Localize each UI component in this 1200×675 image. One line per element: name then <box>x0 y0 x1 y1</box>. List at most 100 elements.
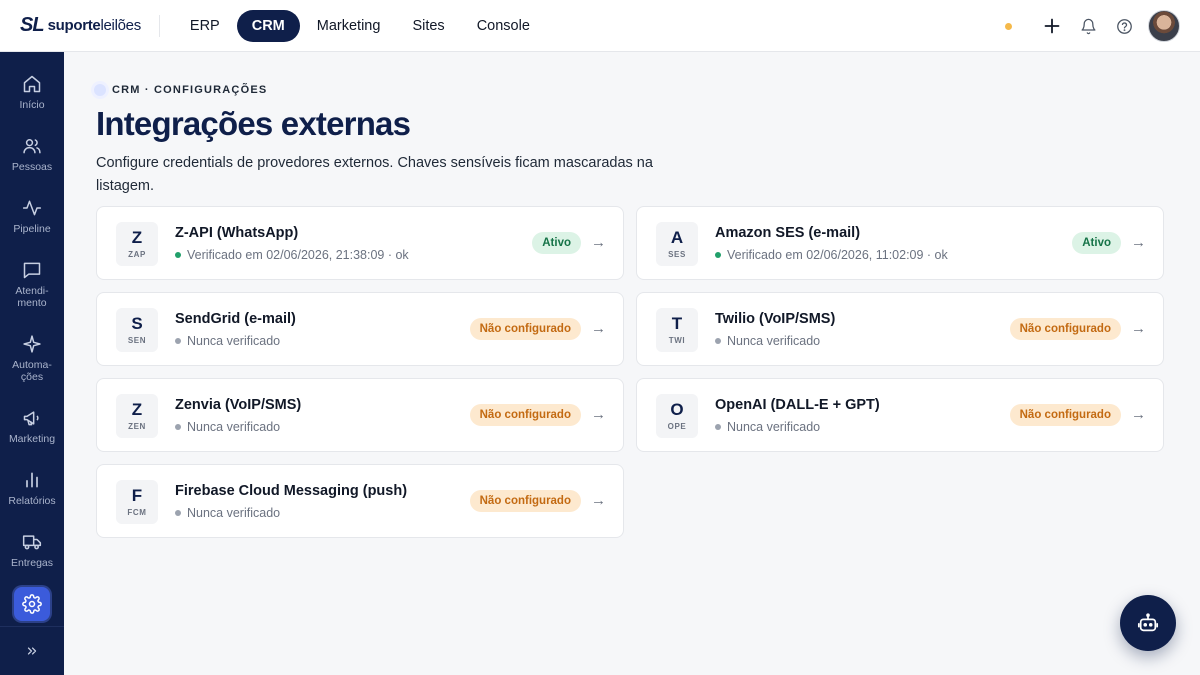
provider-letter: O <box>670 400 684 419</box>
provider-code: FCM <box>127 508 147 517</box>
provider-letter: S <box>131 314 143 333</box>
sidebar-item-configuracoes[interactable] <box>0 587 64 621</box>
sidebar-item-label: Automa- ções <box>12 359 52 383</box>
status-dot <box>715 252 721 258</box>
verification-status: Nunca verificado <box>715 334 820 348</box>
plus-icon <box>1044 18 1060 34</box>
integration-card-sendgrid[interactable]: S SEN SendGrid (e-mail) Nunca verificado… <box>96 292 624 366</box>
integration-card-firebase[interactable]: F FCM Firebase Cloud Messaging (push) Nu… <box>96 464 624 538</box>
provider-letter: Z <box>131 228 143 247</box>
verification-status: Nunca verificado <box>175 334 280 348</box>
sidebar-item-label: Relatórios <box>8 495 56 507</box>
sidebar-item-pipeline[interactable]: Pipeline <box>0 198 64 235</box>
status-badge: Não configurado <box>469 318 581 340</box>
status-dot <box>1005 22 1012 30</box>
robot-icon <box>1137 613 1159 632</box>
status-dot <box>715 338 721 344</box>
sidebar-item-label: Pipeline <box>13 223 51 235</box>
verification-status: Nunca verificado <box>715 420 820 434</box>
arrow-right-icon: → <box>1131 234 1146 251</box>
add-button[interactable] <box>1034 8 1070 44</box>
pulse-icon <box>22 200 42 216</box>
sidebar-item-automacoes[interactable]: Automa- ções <box>0 334 64 383</box>
sidebar-item-pessoas[interactable]: Pessoas <box>0 136 64 173</box>
megaphone-icon <box>23 411 39 426</box>
notifications-button[interactable] <box>1070 8 1106 44</box>
integration-name: Twilio (VoIP/SMS) <box>715 311 836 327</box>
provider-badge: Z ZEN <box>116 394 158 438</box>
integration-name: Z-API (WhatsApp) <box>175 225 299 241</box>
help-circle-icon <box>1116 18 1132 34</box>
arrow-right-icon: → <box>591 234 606 251</box>
assistant-button[interactable] <box>1120 595 1176 651</box>
provider-letter: F <box>131 486 143 505</box>
provider-badge: A SES <box>656 222 698 266</box>
verification-status: Nunca verificado <box>175 506 280 520</box>
integration-name: Firebase Cloud Messaging (push) <box>175 483 408 499</box>
integration-name: SendGrid (e-mail) <box>175 311 296 327</box>
truck-icon <box>22 535 42 550</box>
status-dot <box>175 424 181 430</box>
brand-mark: SL <box>20 14 45 36</box>
verification-status: Nunca verificado <box>175 420 280 434</box>
bell-icon <box>1080 18 1096 34</box>
sidebar: Início Pessoas Pipeline Atendi- mento Au… <box>0 52 64 675</box>
arrow-right-icon: → <box>1131 320 1146 337</box>
provider-badge: Z ZAP <box>116 222 158 266</box>
integration-card-openai[interactable]: O OPE OpenAI (DALL-E + GPT) Nunca verifi… <box>636 378 1164 452</box>
status-badge: Não configurado <box>469 490 581 512</box>
provider-letter: T <box>671 314 683 333</box>
top-bar: SL suporteleilões ERP CRM Marketing Site… <box>0 0 1200 52</box>
integration-card-zapi[interactable]: Z ZAP Z-API (WhatsApp) Verificado em 02/… <box>96 206 624 280</box>
sidebar-item-inicio[interactable]: Início <box>0 74 64 111</box>
provider-badge: T TWI <box>656 308 698 352</box>
provider-code: SES <box>668 250 686 259</box>
verification-status: Verificado em 02/06/2026, 21:38:09 · ok <box>175 248 409 262</box>
chevrons-right-icon <box>27 647 37 655</box>
sidebar-item-atendimento[interactable]: Atendi- mento <box>0 260 64 309</box>
sparkle-icon <box>23 335 41 353</box>
integration-name: OpenAI (DALL-E + GPT) <box>715 397 880 413</box>
provider-code: TWI <box>668 336 686 345</box>
status-dot <box>175 338 181 344</box>
nav-sites[interactable]: Sites <box>397 10 459 42</box>
provider-badge: O OPE <box>656 394 698 438</box>
status-dot <box>175 252 181 258</box>
breadcrumb-dot <box>94 84 106 96</box>
arrow-right-icon: → <box>1131 406 1146 423</box>
page-description: Configure credentials de provedores exte… <box>96 155 653 194</box>
main-content: CRM · CONFIGURAÇÕES Integrações externas… <box>64 52 1200 675</box>
avatar[interactable] <box>1148 10 1180 42</box>
integration-card-ses[interactable]: A SES Amazon SES (e-mail) Verificado em … <box>636 206 1164 280</box>
home-icon <box>23 75 41 93</box>
page-title: Integrações externas <box>96 105 411 142</box>
arrow-right-icon: → <box>591 320 606 337</box>
status-dot <box>175 510 181 516</box>
nav-crm[interactable]: CRM <box>236 9 300 42</box>
active-indicator <box>14 587 50 621</box>
gear-icon <box>22 594 42 614</box>
people-icon <box>23 139 41 154</box>
sidebar-item-marketing[interactable]: Marketing <box>0 408 64 445</box>
integration-card-zenvia[interactable]: Z ZEN Zenvia (VoIP/SMS) Nunca verificado… <box>96 378 624 452</box>
status-dot <box>715 424 721 430</box>
sidebar-item-entregas[interactable]: Entregas <box>0 532 64 569</box>
brand-logo[interactable]: SL suporteleilões <box>20 11 141 41</box>
top-actions <box>1005 0 1180 52</box>
provider-letter: A <box>670 228 684 247</box>
breadcrumb: CRM · CONFIGURAÇÕES <box>92 84 267 96</box>
provider-badge: S SEN <box>116 308 158 352</box>
sidebar-item-relatorios[interactable]: Relatórios <box>0 470 64 507</box>
status-badge: Não configurado <box>469 404 581 426</box>
help-button[interactable] <box>1106 8 1142 44</box>
integration-card-twilio[interactable]: T TWI Twilio (VoIP/SMS) Nunca verificado… <box>636 292 1164 366</box>
sidebar-expand-button[interactable] <box>0 626 64 675</box>
status-badge: Não configurado <box>1009 404 1121 426</box>
nav-erp[interactable]: ERP <box>175 10 235 42</box>
nav-console[interactable]: Console <box>462 10 545 42</box>
divider <box>158 14 160 37</box>
provider-code: OPE <box>667 422 687 431</box>
sidebar-item-label: Início <box>19 99 45 111</box>
status-badge: Não configurado <box>1009 318 1121 340</box>
nav-marketing[interactable]: Marketing <box>302 10 396 42</box>
